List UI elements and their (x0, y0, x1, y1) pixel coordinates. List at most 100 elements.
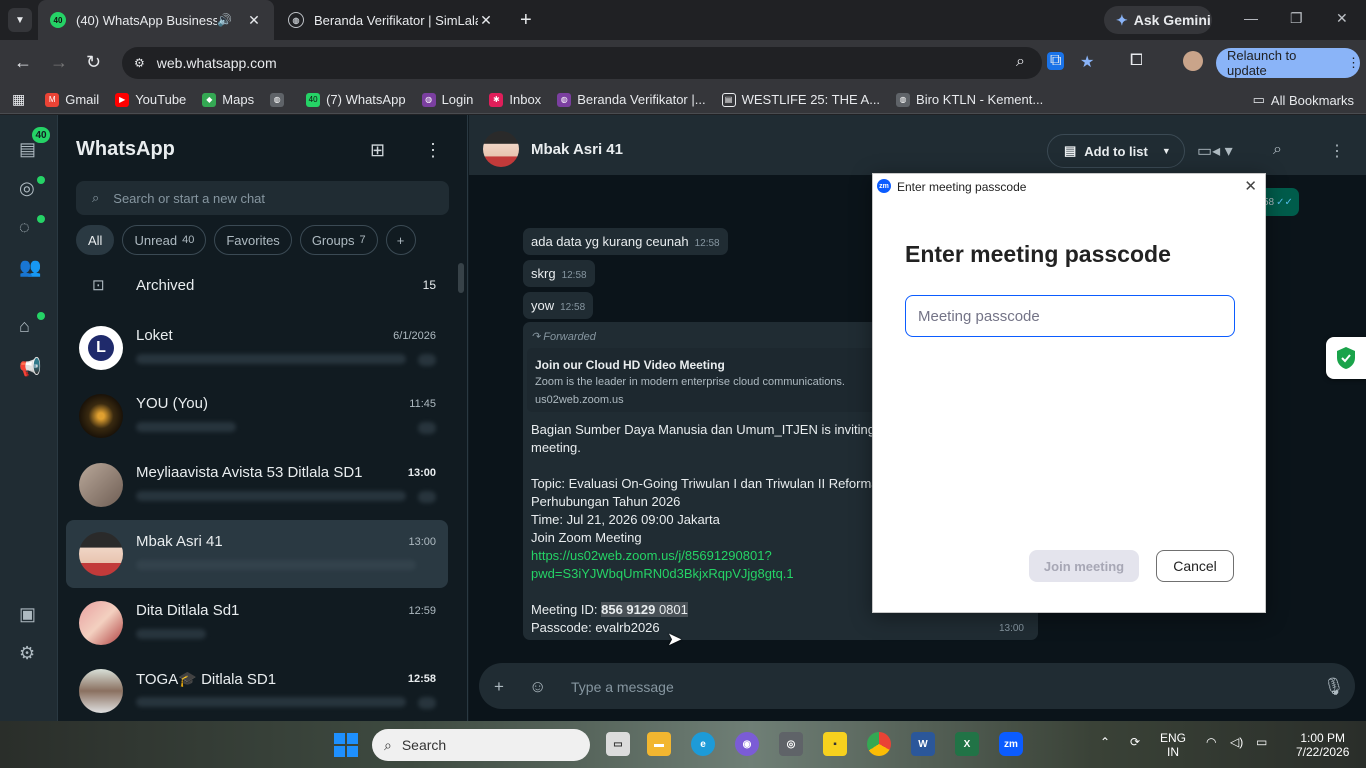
clock[interactable]: 1:00 PM 7/22/2026 (1296, 731, 1349, 759)
chat-item-dita[interactable]: Dita Ditlala Sd1 12:59 (66, 589, 448, 657)
bookmark-beranda[interactable]: ◍ Beranda Verifikator |... (557, 92, 706, 107)
site-settings-icon[interactable]: ⚙ (134, 56, 145, 70)
search-icon[interactable]: ⌕ (1273, 141, 1282, 159)
camera-icon[interactable]: ◎ (779, 732, 803, 756)
zoom-search-icon[interactable]: ⌕ (1016, 53, 1025, 71)
store-icon[interactable]: ⌂ (19, 316, 30, 337)
bookmark-biro-ktln[interactable]: ◍ Biro KTLN - Kement... (896, 92, 1043, 107)
filter-favorites[interactable]: Favorites (214, 225, 292, 255)
zoom-link[interactable]: https://us02web.zoom.us/j/85691290801? (531, 548, 772, 563)
new-tab-button[interactable]: + (520, 9, 532, 32)
bookmark-gmail[interactable]: M Gmail (45, 92, 99, 107)
battery-icon[interactable]: ▭ (1256, 735, 1267, 749)
chat-item-loket[interactable]: L Loket 6/1/2026 (66, 314, 448, 382)
chat-item-you[interactable]: YOU (You) 11:45 (66, 382, 448, 450)
microphone-icon[interactable]: 🎙 (1323, 677, 1345, 697)
filter-all[interactable]: All (76, 225, 115, 255)
close-icon[interactable]: ✕ (1244, 177, 1257, 195)
new-chat-icon[interactable]: ⊞ (370, 140, 385, 161)
menu-icon[interactable]: ⋮ (424, 140, 442, 161)
message-bubble[interactable]: ada data yg kurang ceunah 12:58 (523, 228, 728, 255)
language-indicator[interactable]: ENG IN (1160, 731, 1186, 759)
chrome-icon[interactable] (867, 732, 891, 756)
close-tab-icon[interactable]: ✕ (246, 12, 262, 29)
close-tab-icon[interactable]: ✕ (478, 12, 494, 29)
message-input[interactable]: Type a message (571, 679, 674, 695)
bookmark-youtube[interactable]: ▶ YouTube (115, 92, 186, 107)
extensions-icon[interactable]: ⧠ (1130, 52, 1143, 70)
dialog-titlebar[interactable]: zm Enter meeting passcode ✕ (873, 174, 1265, 198)
tab-strip: ▼ 40 (40) WhatsApp Business 🔊 ✕ ◍ Berand… (0, 0, 1366, 40)
menu-icon[interactable]: ⋮ (1329, 141, 1345, 161)
relaunch-button[interactable]: Relaunch to update ⋮ (1216, 48, 1360, 78)
chevron-up-icon[interactable]: ⌃ (1100, 735, 1110, 749)
copilot-icon[interactable]: ◉ (735, 732, 759, 756)
sticky-notes-icon[interactable]: ▪ (823, 732, 847, 756)
install-app-icon[interactable]: ⧉ (1047, 52, 1065, 70)
chat-item-meyliaavista[interactable]: Meyliaavista Avista 53 Ditlala SD1 13:00 (66, 451, 448, 519)
minimize-icon[interactable]: — (1244, 10, 1258, 26)
shield-extension-icon[interactable] (1326, 337, 1366, 379)
bookmark-whatsapp[interactable]: 40 (7) WhatsApp (306, 92, 406, 107)
speaker-icon[interactable]: 🔊 (217, 13, 232, 27)
all-bookmarks[interactable]: ▭ All Bookmarks (1253, 92, 1354, 108)
chat-item-toga[interactable]: TOGA🎓 Ditlala SD1 12:58 (66, 657, 448, 725)
bookmark-star-icon[interactable]: ★ (1080, 52, 1094, 72)
archived-row[interactable]: ⊡ Archived 15 (58, 267, 458, 303)
add-to-list-button[interactable]: ▤ Add to list ▼ (1047, 134, 1185, 168)
word-icon[interactable]: W (911, 732, 935, 756)
megaphone-icon[interactable]: 📢 (19, 357, 41, 378)
sync-icon[interactable]: ⟳ (1130, 735, 1140, 749)
contact-avatar[interactable] (483, 131, 519, 167)
video-call-icon[interactable]: ▭◂ ▾ (1197, 141, 1233, 161)
wifi-icon[interactable]: ◠ (1206, 735, 1216, 749)
tab-whatsapp[interactable]: 40 (40) WhatsApp Business 🔊 ✕ (38, 0, 274, 40)
back-icon[interactable]: ← (14, 52, 32, 73)
dialog-heading: Enter meeting passcode (905, 241, 1171, 267)
tab-search-button[interactable]: ▼ (8, 8, 32, 32)
forward-icon[interactable]: → (50, 52, 68, 73)
media-icon[interactable]: ▣ (19, 604, 36, 625)
chat-item-mbak-asri[interactable]: Mbak Asri 41 13:00 (66, 520, 448, 588)
cancel-button[interactable]: Cancel (1156, 550, 1234, 582)
scrollbar[interactable] (458, 263, 464, 293)
windows-start-icon[interactable] (334, 733, 358, 757)
bookmark-westlife[interactable]: ▤ WESTLIFE 25: THE A... (721, 92, 880, 107)
zoom-link[interactable]: pwd=S3iYJWbqUmRN0d3BkjxRqpVJjg8gtq.1 (531, 566, 794, 581)
add-filter-button[interactable]: + (385, 225, 416, 255)
edge-icon[interactable]: e (691, 732, 715, 756)
search-input[interactable]: ⌕ Search or start a new chat (76, 181, 449, 215)
profile-avatar[interactable] (1183, 51, 1203, 71)
join-meeting-button[interactable]: Join meeting (1029, 550, 1139, 582)
address-bar[interactable]: ⚙ web.whatsapp.com ⌕ (122, 47, 1042, 79)
task-view-icon[interactable]: ▭ (606, 732, 630, 756)
file-explorer-icon[interactable]: ▬ (647, 732, 671, 756)
bookmark-inbox[interactable]: ✱ Inbox (489, 92, 541, 107)
bookmark-login[interactable]: ◍ Login (421, 92, 473, 107)
tab-simlala[interactable]: ◍ Beranda Verifikator | SimLala ✕ (276, 0, 506, 40)
zoom-app-icon[interactable]: zm (999, 732, 1023, 756)
close-window-icon[interactable]: ✕ (1336, 10, 1348, 27)
taskbar-search[interactable]: ⌕ Search (372, 729, 590, 761)
plus-icon[interactable]: + (494, 677, 504, 697)
contact-name[interactable]: Mbak Asri 41 (531, 141, 623, 158)
message-bubble[interactable]: skrg 12:58 (523, 260, 595, 287)
ask-gemini-button[interactable]: ✦ Ask Gemini (1104, 6, 1212, 34)
settings-icon[interactable]: ⚙ (19, 643, 35, 664)
bookmark-globe[interactable]: ◍ (270, 92, 290, 107)
restore-icon[interactable]: ❐ (1290, 10, 1303, 27)
message-bubble[interactable]: yow 12:58 (523, 292, 594, 319)
chats-icon[interactable]: ▤ (19, 139, 36, 160)
excel-icon[interactable]: X (955, 732, 979, 756)
volume-icon[interactable]: ◁) (1230, 735, 1243, 749)
reload-icon[interactable]: ↻ (86, 52, 101, 73)
bookmark-maps[interactable]: ◆ Maps (202, 92, 254, 107)
emoji-icon[interactable]: ☺ (529, 677, 546, 697)
communities-icon[interactable]: 👥 (19, 257, 41, 278)
status-icon[interactable]: ◎ (19, 178, 35, 199)
meeting-passcode-input[interactable] (905, 295, 1235, 337)
channels-icon[interactable]: ◌ (19, 217, 30, 238)
apps-icon[interactable]: ▦ (12, 91, 25, 108)
filter-unread[interactable]: Unread 40 (122, 225, 207, 255)
filter-groups[interactable]: Groups 7 (299, 225, 378, 255)
